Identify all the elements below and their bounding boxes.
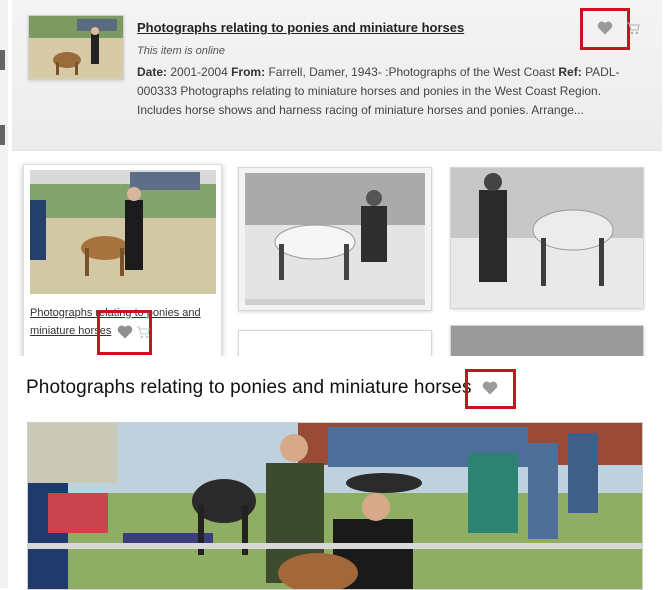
online-status: This item is online <box>137 45 226 57</box>
grid-card-image[interactable] <box>30 170 216 294</box>
result-thumbnail[interactable] <box>28 15 124 80</box>
result-description: Date: 2001-2004 From: Farrell, Damer, 19… <box>137 63 627 120</box>
cart-icon[interactable] <box>136 326 150 344</box>
date-value: 2001-2004 <box>170 65 228 79</box>
grid-result-image[interactable] <box>238 167 432 311</box>
from-value: Farrell, Damer, 1943- :Photographs of th… <box>268 65 556 79</box>
detail-title: Photographs relating to ponies and minia… <box>26 377 472 398</box>
heart-icon[interactable] <box>117 325 133 344</box>
cart-icon[interactable] <box>626 22 640 40</box>
date-label: Date: <box>137 65 168 79</box>
ref-label: Ref: <box>558 65 582 79</box>
result-title-link[interactable]: Photographs relating to ponies and minia… <box>137 20 464 35</box>
heart-icon[interactable] <box>597 21 613 40</box>
from-label: From: <box>231 65 266 79</box>
left-edge-strip <box>0 0 8 588</box>
grid-result-image[interactable] <box>450 167 644 309</box>
left-edge-marker <box>0 50 5 70</box>
heart-icon[interactable] <box>482 381 498 400</box>
detail-main-image[interactable] <box>27 422 643 590</box>
left-edge-marker <box>0 125 5 145</box>
